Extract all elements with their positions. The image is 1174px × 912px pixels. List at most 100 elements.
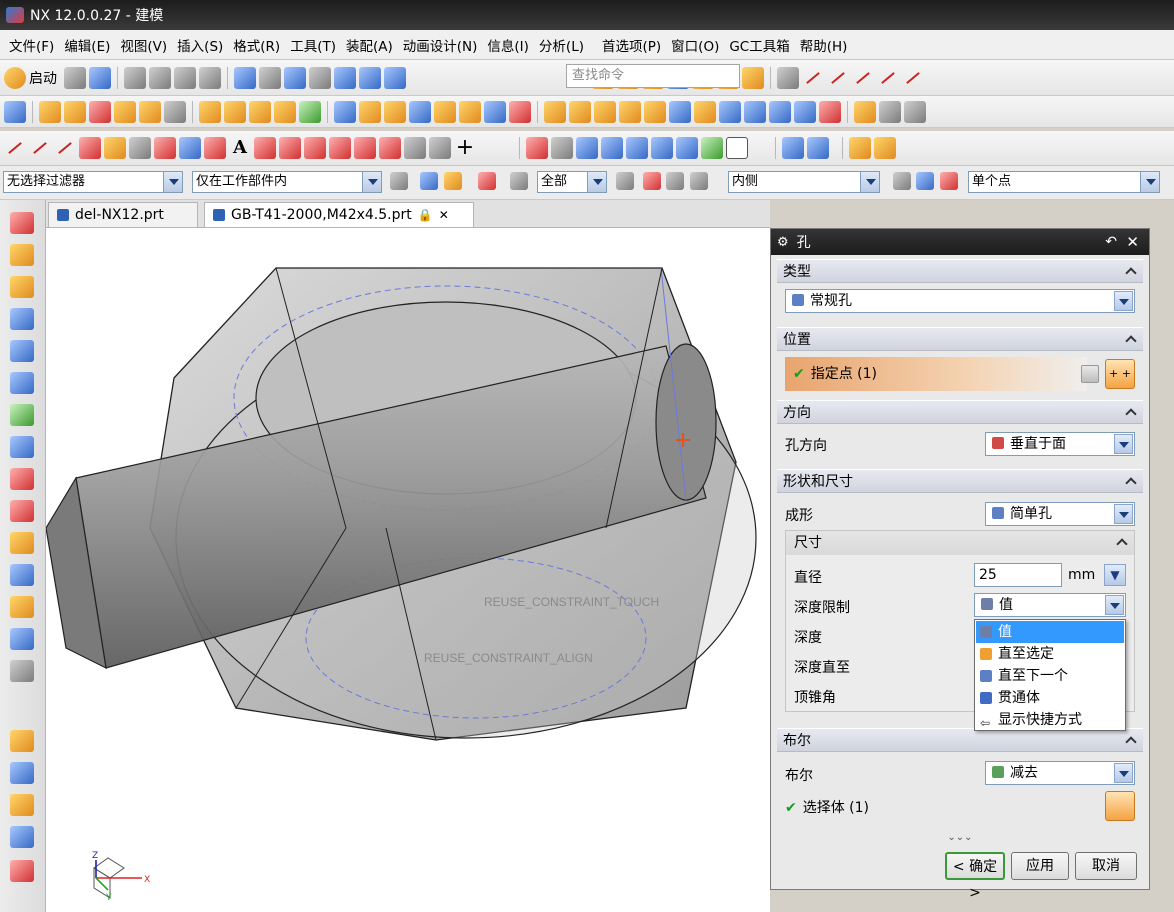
start-icon[interactable] <box>4 66 26 89</box>
depth-limit-select[interactable]: 值 <box>974 593 1126 617</box>
plus-point-icon[interactable]: + <box>454 137 476 159</box>
gear-icon[interactable]: ⚙ <box>777 235 789 250</box>
menu-help[interactable]: 帮助(H) <box>795 35 853 55</box>
body-select-icon[interactable] <box>1105 791 1135 821</box>
chevron-down-icon[interactable] <box>1114 434 1133 454</box>
shaded-edges-icon[interactable] <box>601 137 623 159</box>
rib-icon[interactable] <box>644 100 666 123</box>
menu-format[interactable]: 格式(R) <box>228 35 285 55</box>
section-shape-header[interactable]: 形状和尺寸 <box>777 469 1143 493</box>
trim-icon[interactable] <box>877 67 899 89</box>
section-boolean-header[interactable]: 布尔 <box>777 728 1143 752</box>
redo-icon[interactable] <box>259 66 281 89</box>
fillet-curve-icon[interactable] <box>404 137 426 159</box>
menu-view[interactable]: 视图(V) <box>115 35 172 55</box>
orient-view-icon[interactable] <box>551 137 573 159</box>
grid-side-icon[interactable] <box>10 372 34 394</box>
assembly-filter-icon[interactable] <box>390 172 408 190</box>
tab-gb-t41[interactable]: GB-T41-2000,M42x4.5.prt 🔒 ✕ <box>204 202 474 227</box>
blend-side-icon[interactable] <box>10 468 34 490</box>
snap-point-icon[interactable] <box>643 172 661 190</box>
chevron-down-icon[interactable] <box>860 172 879 192</box>
section-direction-header[interactable]: 方向 <box>777 400 1143 424</box>
revolve-side-icon[interactable] <box>10 276 34 298</box>
edge-filter-icon[interactable] <box>940 172 958 190</box>
snap-select[interactable]: 单个点 <box>968 171 1160 193</box>
draft-icon[interactable] <box>459 100 481 123</box>
render-style-icon[interactable] <box>284 66 306 89</box>
hole-type-select[interactable]: 常规孔 <box>785 289 1135 313</box>
chevron-up-icon[interactable] <box>1116 538 1128 550</box>
chevron-down-icon[interactable] <box>1114 763 1133 783</box>
offset-curve-icon[interactable] <box>279 137 301 159</box>
wrap-icon[interactable] <box>854 100 876 123</box>
helix-icon[interactable] <box>129 137 151 159</box>
measure-side-icon[interactable] <box>10 532 34 554</box>
new-icon[interactable] <box>64 66 86 89</box>
paste-icon[interactable] <box>174 66 196 89</box>
point-tool-icon[interactable] <box>29 137 51 159</box>
thread-icon[interactable] <box>164 100 186 123</box>
tab-del-nx12[interactable]: del-NX12.prt <box>48 202 198 227</box>
select-body-row[interactable]: ✔ 选择体 (1) <box>785 797 869 817</box>
extrude-side-icon[interactable] <box>10 244 34 266</box>
sweep-side-icon[interactable] <box>10 436 34 458</box>
subtract-icon[interactable] <box>299 100 321 123</box>
analysis-side-icon[interactable] <box>10 500 34 522</box>
chamfer-icon[interactable] <box>409 100 431 123</box>
chevron-up-icon[interactable] <box>1125 267 1137 279</box>
menu-tools[interactable]: 工具(T) <box>285 35 341 55</box>
chevron-up-icon[interactable] <box>1125 408 1137 420</box>
isoparametric-icon[interactable] <box>354 137 376 159</box>
copy-icon[interactable] <box>149 66 171 89</box>
component-icon[interactable] <box>420 172 438 190</box>
undo-icon[interactable] <box>234 66 256 89</box>
mid-point-icon[interactable] <box>666 172 684 190</box>
menu-assembly[interactable]: 装配(A) <box>341 35 398 55</box>
sketch-rect-icon[interactable] <box>10 212 34 234</box>
section-icon[interactable] <box>179 137 201 159</box>
chevron-up-icon[interactable] <box>1125 335 1137 347</box>
extrude-icon[interactable] <box>39 100 61 123</box>
reset-icon[interactable]: ↶ <box>1105 234 1117 250</box>
join-icon[interactable] <box>904 100 926 123</box>
hide-icon[interactable] <box>849 137 871 159</box>
face-icon[interactable] <box>744 100 766 123</box>
bridge-icon[interactable] <box>304 137 326 159</box>
dimensions-header[interactable]: 尺寸 <box>786 531 1134 555</box>
color-icon[interactable] <box>309 66 331 89</box>
edit-section-icon[interactable] <box>782 137 804 159</box>
snap-view-icon[interactable] <box>334 66 356 89</box>
option-until-selected[interactable]: 直至选定 <box>976 643 1124 665</box>
show-icon[interactable] <box>874 137 896 159</box>
chevron-up-icon[interactable] <box>1125 736 1137 748</box>
apply-button[interactable]: 应用 <box>1011 852 1069 880</box>
line-icon[interactable] <box>802 67 824 89</box>
project-icon[interactable] <box>254 137 276 159</box>
axis-icon[interactable] <box>827 67 849 89</box>
body-filter-icon[interactable] <box>916 172 934 190</box>
close-icon[interactable]: ✕ <box>439 208 449 222</box>
menu-preferences[interactable]: 首选项(P) <box>597 35 666 55</box>
slot-icon[interactable] <box>719 100 741 123</box>
synchronous-icon[interactable] <box>742 66 764 89</box>
text-icon[interactable]: A <box>229 137 251 159</box>
trim-body-icon[interactable] <box>334 100 356 123</box>
measure-icon[interactable] <box>384 66 406 89</box>
wire-hidden-icon[interactable] <box>626 137 648 159</box>
layers-side-icon[interactable] <box>10 404 34 426</box>
offset-icon[interactable] <box>852 67 874 89</box>
ruler-side-icon[interactable] <box>10 564 34 586</box>
delete-icon[interactable] <box>199 66 221 89</box>
array-icon[interactable] <box>249 100 271 123</box>
law-curve-icon[interactable] <box>154 137 176 159</box>
intent-select[interactable]: 内侧 <box>728 171 880 193</box>
option-until-next[interactable]: 直至下一个 <box>976 665 1124 687</box>
assembly-select[interactable]: 全部 <box>537 171 607 193</box>
more-chevrons-icon[interactable]: ⌄⌄⌄ <box>777 833 1143 843</box>
chevron-down-icon[interactable] <box>163 172 182 192</box>
spline-icon[interactable] <box>54 137 76 159</box>
chevron-down-icon[interactable] <box>1114 291 1133 311</box>
graphics-window[interactable]: REUSE_CONSTRAINT_TOUCH REUSE_CONSTRAINT_… <box>46 228 770 912</box>
edge-blend-icon[interactable] <box>384 100 406 123</box>
